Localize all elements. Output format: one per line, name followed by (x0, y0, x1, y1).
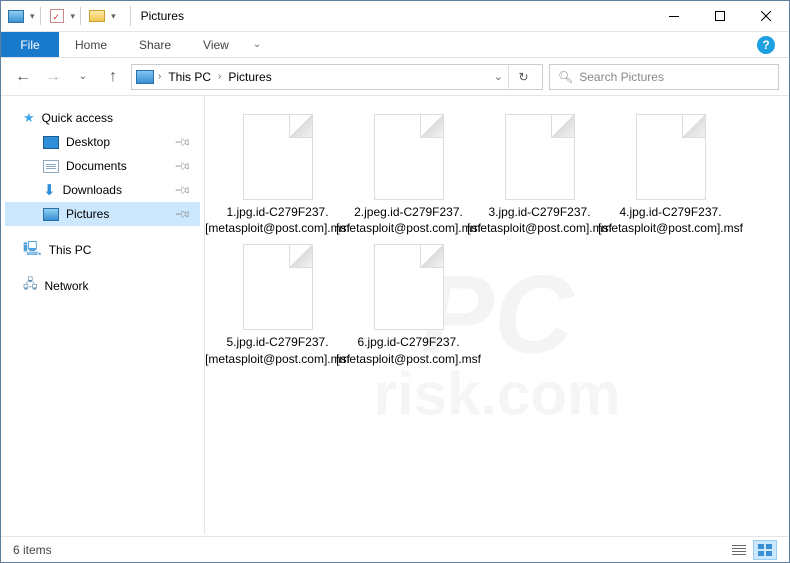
back-button[interactable]: ← (11, 65, 35, 89)
star-icon: ★ (23, 110, 35, 126)
pictures-app-icon (5, 5, 27, 27)
file-item[interactable]: 2.jpeg.id-C279F237.[metasploit@post.com]… (346, 114, 471, 236)
qat-dropdown-icon[interactable]: ▾ (30, 11, 35, 22)
recent-locations-button[interactable]: ⌄ (71, 65, 95, 89)
file-item[interactable]: 3.jpg.id-C279F237.[metasploit@post.com].… (477, 114, 602, 236)
window-title: Pictures (141, 9, 184, 23)
crumb-this-pc[interactable]: This PC (163, 70, 216, 84)
file-tab[interactable]: File (1, 32, 59, 57)
close-button[interactable] (743, 1, 789, 31)
documents-icon (43, 160, 59, 173)
folder-icon (86, 5, 108, 27)
sidebar-item-label: Desktop (66, 135, 110, 149)
sidebar-network[interactable]: 🖧 Network (5, 274, 200, 298)
status-bar: 6 items (1, 536, 789, 562)
help-button[interactable]: ? (757, 36, 775, 54)
crumb-pictures[interactable]: Pictures (223, 70, 276, 84)
file-item[interactable]: 1.jpg.id-C279F237.[metasploit@post.com].… (215, 114, 340, 236)
file-name: 4.jpg.id-C279F237.[metasploit@post.com].… (596, 204, 745, 236)
sidebar-item-pictures[interactable]: Pictures 📌︎ (5, 202, 200, 226)
file-icon (505, 114, 575, 200)
pin-icon: 📌︎ (173, 132, 192, 151)
sidebar-item-label: Downloads (63, 183, 122, 197)
refresh-button[interactable]: ↻ (508, 64, 538, 90)
maximize-button[interactable] (697, 1, 743, 31)
network-icon: 🖧 (23, 275, 38, 297)
pin-icon: 📌︎ (173, 156, 192, 175)
file-icon (243, 114, 313, 200)
search-input[interactable]: 🔍︎ Search Pictures (549, 64, 779, 90)
sidebar-label: Network (45, 279, 89, 293)
pin-icon: 📌︎ (173, 204, 192, 223)
search-placeholder: Search Pictures (579, 70, 664, 84)
qat-dropdown2-icon[interactable]: ▾ (71, 11, 76, 22)
downloads-icon: ⬇ (43, 183, 56, 198)
forward-button[interactable]: → (41, 65, 65, 89)
view-details-button[interactable] (727, 540, 751, 560)
qat-overflow-icon[interactable]: ▾ (111, 11, 116, 22)
ribbon-expand-icon[interactable]: ⌄ (245, 32, 269, 57)
file-list[interactable]: PC risk.com 1.jpg.id-C279F237.[metasploi… (205, 96, 789, 534)
tab-share[interactable]: Share (123, 32, 187, 57)
file-icon (374, 114, 444, 200)
sidebar-quick-access[interactable]: ★ Quick access (5, 106, 200, 130)
tab-home[interactable]: Home (59, 32, 123, 57)
titlebar: ▾ ✓ ▾ ▾ Pictures (1, 1, 789, 32)
file-name: 3.jpg.id-C279F237.[metasploit@post.com].… (465, 204, 614, 236)
sidebar-item-documents[interactable]: Documents 📌︎ (5, 154, 200, 178)
file-item[interactable]: 6.jpg.id-C279F237.[metasploit@post.com].… (346, 244, 471, 366)
pc-icon: 🖳 (23, 238, 42, 262)
file-icon (636, 114, 706, 200)
file-icon (374, 244, 444, 330)
navigation-pane: ★ Quick access Desktop 📌︎ Documents 📌︎ ⬇… (1, 96, 205, 534)
sidebar-label: This PC (49, 243, 92, 257)
ribbon-tabs: File Home Share View ⌄ ? (1, 32, 789, 58)
file-name: 2.jpeg.id-C279F237.[metasploit@post.com]… (334, 204, 483, 236)
file-item[interactable]: 5.jpg.id-C279F237.[metasploit@post.com].… (215, 244, 340, 366)
view-large-icons-button[interactable] (753, 540, 777, 560)
search-icon: 🔍︎ (558, 70, 573, 84)
pin-icon: 📌︎ (173, 180, 192, 199)
address-bar: ← → ⌄ ↑ › This PC › Pictures ⌄ ↻ 🔍︎ Sear… (1, 58, 789, 96)
sidebar-item-desktop[interactable]: Desktop 📌︎ (5, 130, 200, 154)
file-icon (243, 244, 313, 330)
desktop-icon (43, 136, 59, 149)
chevron-right-icon[interactable]: › (158, 71, 161, 82)
sidebar-item-label: Documents (66, 159, 127, 173)
file-name: 5.jpg.id-C279F237.[metasploit@post.com].… (203, 334, 352, 366)
pictures-icon (43, 208, 59, 221)
sidebar-item-downloads[interactable]: ⬇ Downloads 📌︎ (5, 178, 200, 202)
properties-icon[interactable]: ✓ (46, 5, 68, 27)
breadcrumb[interactable]: › This PC › Pictures ⌄ ↻ (131, 64, 543, 90)
quick-access-toolbar: ▾ ✓ ▾ ▾ (1, 5, 120, 27)
sidebar-this-pc[interactable]: 🖳 This PC (5, 238, 200, 262)
file-item[interactable]: 4.jpg.id-C279F237.[metasploit@post.com].… (608, 114, 733, 236)
pictures-location-icon (136, 70, 154, 84)
sidebar-item-label: Pictures (66, 207, 109, 221)
up-button[interactable]: ↑ (101, 65, 125, 89)
chevron-right-icon[interactable]: › (218, 71, 221, 82)
sidebar-label: Quick access (42, 111, 113, 125)
file-name: 6.jpg.id-C279F237.[metasploit@post.com].… (334, 334, 483, 366)
file-name: 1.jpg.id-C279F237.[metasploit@post.com].… (203, 204, 352, 236)
breadcrumb-dropdown-icon[interactable]: ⌄ (494, 70, 503, 83)
minimize-button[interactable] (651, 1, 697, 31)
tab-view[interactable]: View (187, 32, 245, 57)
watermark: risk.com (374, 359, 621, 428)
status-item-count: 6 items (13, 543, 52, 557)
